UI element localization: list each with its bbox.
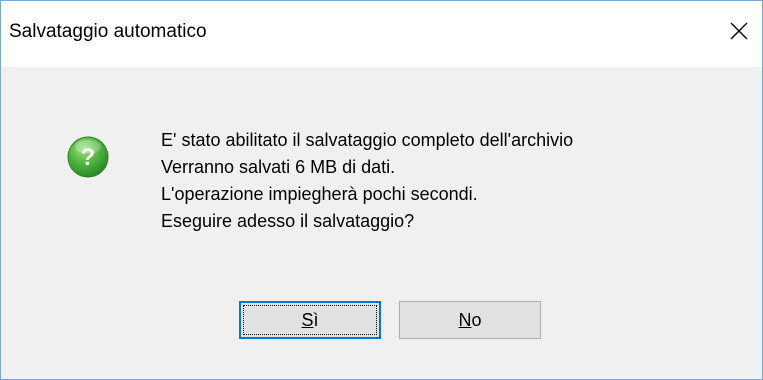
dialog-title: Salvataggio automatico <box>9 21 207 42</box>
message-line: Verranno salvati 6 MB di dati. <box>161 157 396 177</box>
message-line: E' stato abilitato il salvataggio comple… <box>161 130 574 150</box>
message-line: Eseguire adesso il salvataggio? <box>161 211 415 231</box>
no-button-label: No <box>458 309 482 330</box>
dialog-content: ? E' stato abilitato il salvataggio comp… <box>1 67 762 379</box>
svg-text:?: ? <box>81 144 96 171</box>
message-line: L'operazione impiegherà pochi secondi. <box>161 184 478 204</box>
dialog-message: E' stato abilitato il salvataggio comple… <box>161 127 573 235</box>
question-icon: ? <box>67 136 109 178</box>
no-button[interactable]: No <box>399 301 541 339</box>
title-bar: Salvataggio automatico <box>1 1 762 67</box>
close-button[interactable] <box>716 9 762 53</box>
focus-rectangle <box>243 305 377 335</box>
yes-button[interactable]: Sì <box>239 301 381 339</box>
dialog-window: Salvataggio automatico ? E' stato abilit… <box>0 0 763 380</box>
close-icon <box>730 22 748 40</box>
